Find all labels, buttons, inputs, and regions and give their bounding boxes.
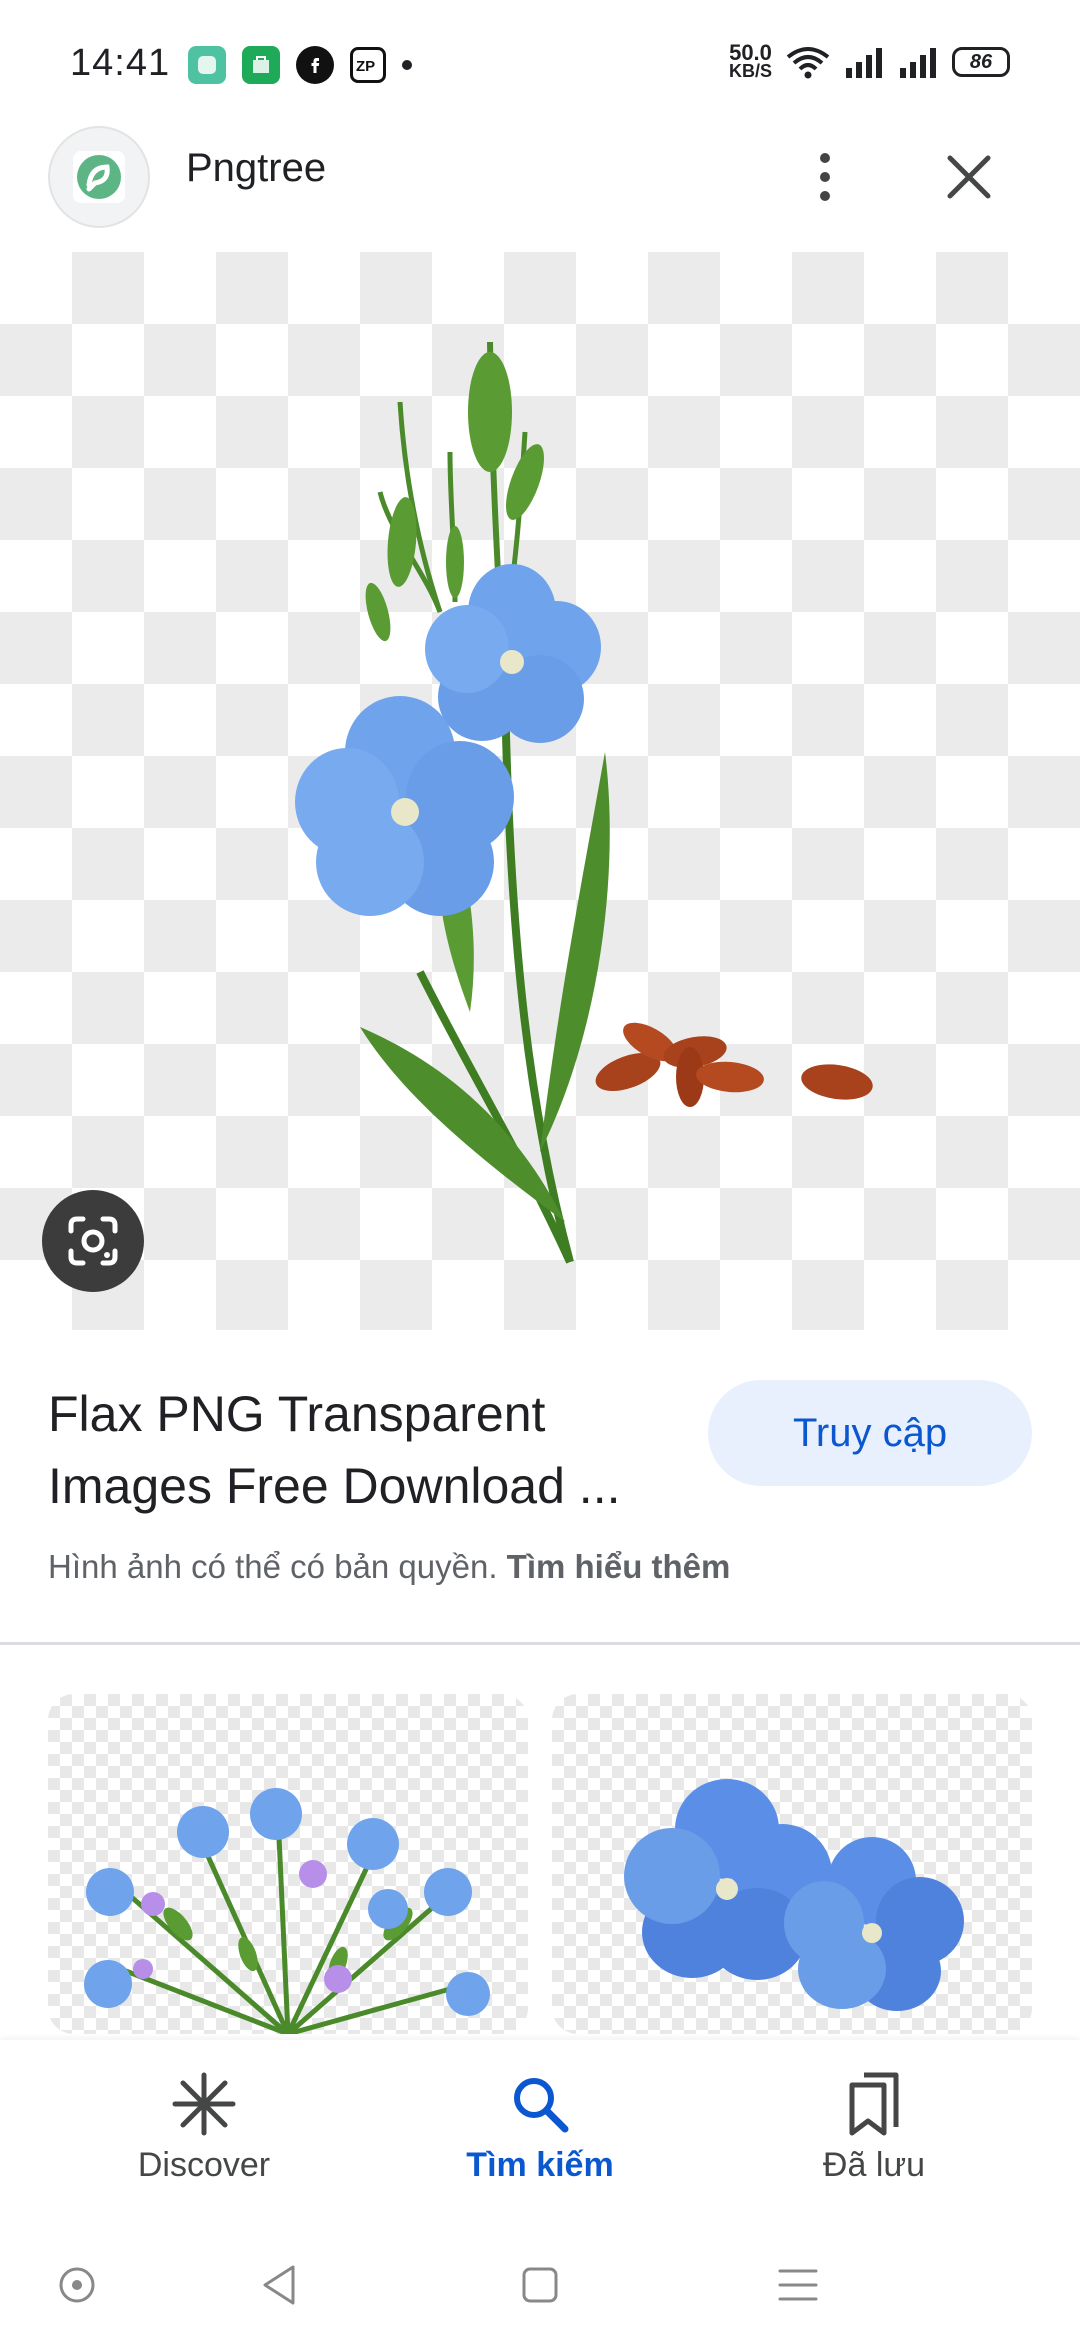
header: Pngtree — [0, 126, 1080, 252]
related-flax-flowers-image — [624, 1779, 964, 2011]
bookmarks-icon — [744, 2064, 1004, 2144]
net-speed-unit: KB/S — [728, 61, 772, 81]
assistant-dot-icon[interactable] — [52, 2260, 102, 2310]
wifi-icon — [786, 47, 830, 79]
close-icon[interactable] — [936, 144, 1002, 210]
copyright-notice: Hình ảnh có thể có bản quyền. Tìm hiểu t… — [48, 1548, 730, 1586]
app-green-square-icon — [188, 46, 226, 84]
result-title[interactable]: Flax PNG Transparent Images Free Downloa… — [48, 1378, 688, 1522]
related-image-card[interactable] — [552, 1694, 1032, 2034]
nav-label: Discover — [137, 2146, 271, 2184]
google-lens-icon[interactable] — [42, 1190, 144, 1292]
status-time: 14:41 — [70, 42, 171, 84]
bottom-nav: Discover Tìm kiếm Đã lưu — [0, 2040, 1080, 2230]
net-speed-value: 50.0 — [729, 40, 772, 65]
signal-icon — [900, 48, 936, 78]
divider — [0, 1642, 1080, 1645]
net-speed: 50.0 KB/S — [728, 40, 772, 81]
dot-icon — [402, 60, 412, 70]
main-image[interactable] — [0, 252, 1080, 1330]
back-icon[interactable] — [254, 2260, 304, 2310]
learn-more-link[interactable]: Tìm hiểu thêm — [507, 1548, 731, 1585]
related-image-card[interactable] — [48, 1694, 528, 2034]
facebook-icon — [296, 46, 334, 84]
status-right: 50.0 KB/S 86 — [728, 40, 1010, 81]
nav-saved[interactable]: Đã lưu — [744, 2064, 1004, 2185]
pngtree-logo-icon[interactable] — [48, 126, 150, 228]
system-nav — [0, 2230, 1080, 2340]
nav-label: Tìm kiếm — [466, 2146, 614, 2184]
nav-label: Đã lưu — [822, 2146, 926, 2184]
nav-search[interactable]: Tìm kiếm — [410, 2064, 670, 2185]
more-vert-icon[interactable] — [800, 144, 850, 210]
status-bar: 14:41 ZP 50.0 KB/S 86 — [0, 0, 1080, 126]
app-green-store-icon — [242, 46, 280, 84]
svg-text:ZP: ZP — [356, 58, 375, 75]
signal-icon — [846, 48, 882, 78]
zalopay-icon: ZP — [350, 47, 386, 83]
status-app-icons: ZP — [188, 46, 412, 84]
search-icon — [410, 2064, 670, 2144]
menu-icon[interactable] — [773, 2260, 823, 2310]
visit-button[interactable]: Truy cập — [708, 1380, 1032, 1486]
flax-flower-image — [295, 341, 873, 1264]
asterisk-icon — [74, 2064, 334, 2144]
nav-discover[interactable]: Discover — [74, 2064, 334, 2185]
copyright-text: Hình ảnh có thể có bản quyền. — [48, 1548, 507, 1585]
home-icon[interactable] — [515, 2260, 565, 2310]
site-name[interactable]: Pngtree — [186, 146, 326, 191]
battery-indicator: 86 — [952, 47, 1010, 77]
related-flax-bouquet-image — [84, 1788, 490, 2034]
